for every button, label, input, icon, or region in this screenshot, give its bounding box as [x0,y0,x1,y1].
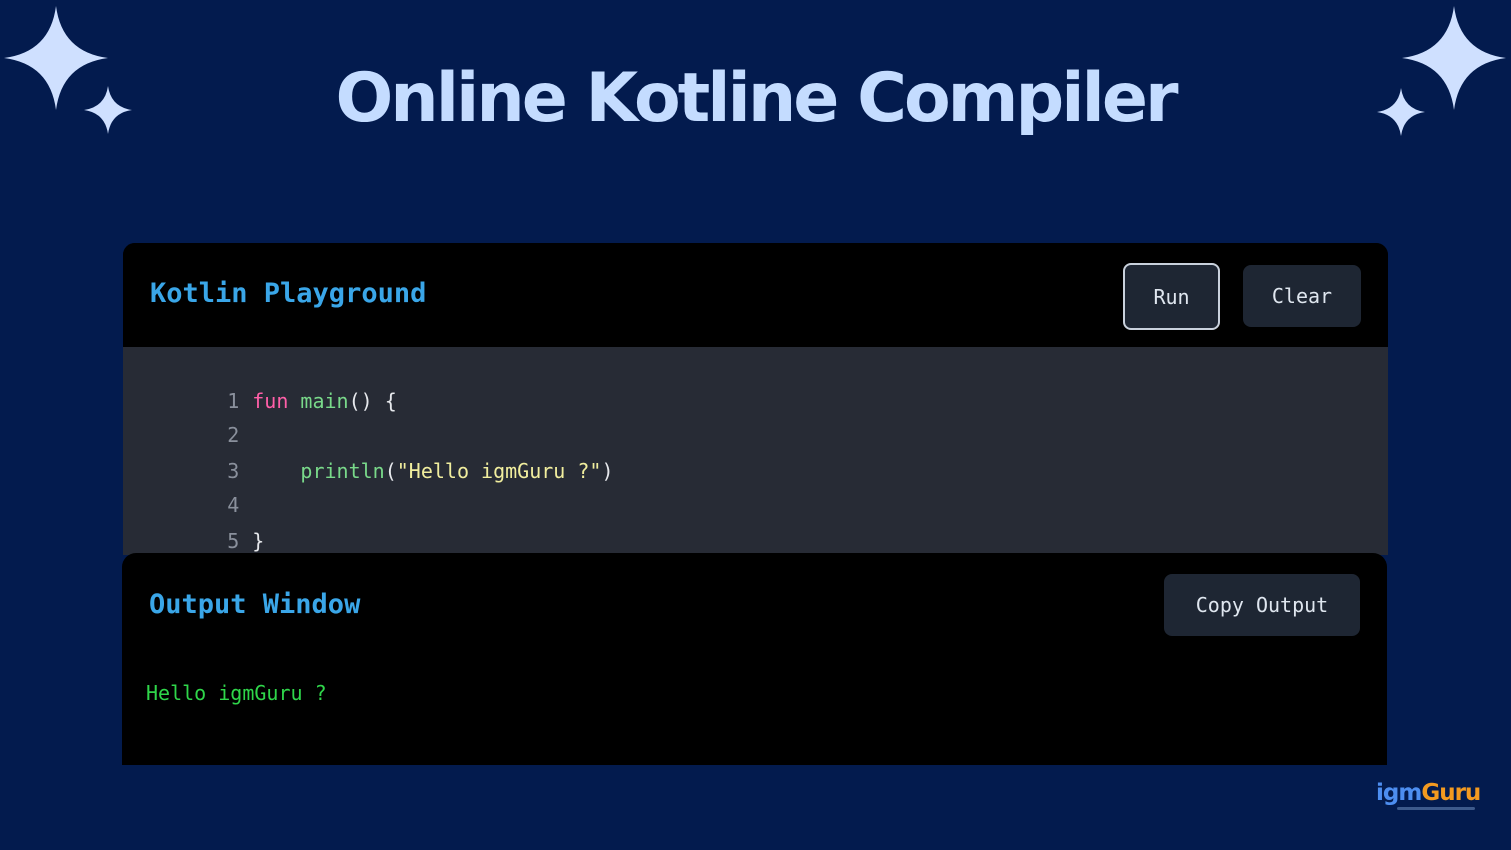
logo-tagline-mark [1397,807,1475,810]
code-keyword: fun [252,389,289,413]
kotlin-playground-panel: Kotlin Playground Run Clear 1 fun main() … [123,243,1388,555]
output-title: Output Window [149,589,361,620]
code-line: 5} [123,496,264,553]
code-function: main [300,389,349,413]
igmguru-logo: igmGuru [1376,780,1481,806]
code-function: println [300,459,385,483]
code-punctuation: ( [384,459,397,483]
line-number: 5 [227,529,240,553]
page-title: Online Kotline Compiler [335,59,1178,138]
code-line: 3 println("Hello igmGuru ?") [123,426,613,483]
run-button[interactable]: Run [1123,263,1220,330]
logo-text-igm: igm [1376,780,1422,806]
logo-text-guru: Guru [1421,780,1481,806]
output-window-panel: Output Window Copy Output Hello igmGuru … [122,553,1387,765]
copy-output-button[interactable]: Copy Output [1164,574,1360,636]
code-line: 1 fun main() { [123,356,397,413]
code-line: 4 [123,460,239,517]
playground-title: Kotlin Playground [150,278,427,309]
code-editor[interactable]: 1 fun main() { 2 3 println("Hello igmGuru… [123,347,1388,555]
code-punctuation: ) [601,459,614,483]
code-punctuation: () { [348,389,397,413]
code-line: 2 [123,390,239,447]
code-punctuation: } [252,529,265,553]
playground-header: Kotlin Playground Run Clear [123,243,1388,347]
clear-button[interactable]: Clear [1243,265,1361,327]
output-text: Hello igmGuru ? [146,681,327,705]
code-string: "Hello igmGuru ?" [396,459,602,483]
